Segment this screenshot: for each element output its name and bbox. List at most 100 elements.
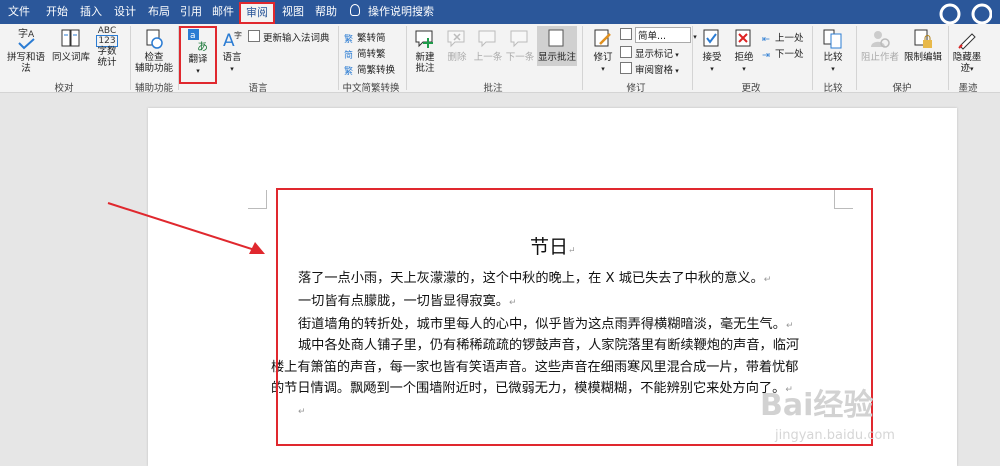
next-icon: ⇥ <box>762 50 770 61</box>
update-ime-dictionary-button[interactable]: 更新输入法词典 <box>248 30 330 44</box>
tab-design[interactable]: 设计 <box>110 0 140 24</box>
tab-review[interactable]: 审阅 <box>239 2 275 24</box>
convert-icon: 繁 <box>344 35 354 45</box>
dropdown-arrow-icon: ▾ <box>831 65 835 73</box>
track-changes-button[interactable]: 修订 ▾ <box>588 28 618 75</box>
label: 阻止作者 <box>860 52 899 63</box>
delete-comment-button[interactable]: 删除 <box>443 28 471 63</box>
lock-icon <box>914 29 932 48</box>
dropdown-arrow-icon: ▾ <box>742 65 746 73</box>
dropdown-arrow-icon: ▾ <box>970 65 974 73</box>
label: 迹 <box>960 63 970 74</box>
dropdown-arrow-icon: ▾ <box>673 51 679 59</box>
label: 上一条 <box>473 52 503 63</box>
track-changes-icon <box>594 29 611 47</box>
divider <box>692 26 693 90</box>
compare-button[interactable]: 比较 ▾ <box>818 28 848 75</box>
group-comments: 批注 <box>483 83 503 94</box>
label: 上一处 <box>775 33 804 44</box>
reviewing-pane-button[interactable]: 审阅窗格 ▾ <box>620 62 679 76</box>
circle-icon <box>968 0 993 25</box>
block-authors-icon <box>871 31 890 48</box>
dropdown-arrow-icon: ▾ <box>710 65 714 73</box>
previous-change-button[interactable]: ⇤ 上一处 <box>762 30 804 45</box>
thesaurus-button[interactable]: 同义词库 <box>50 26 92 63</box>
block-authors-button[interactable]: 阻止作者 <box>860 28 900 63</box>
comment-previous-icon <box>478 30 496 48</box>
book-icon <box>61 29 80 47</box>
comment-next-icon <box>510 30 528 48</box>
label: 删除 <box>447 52 467 63</box>
label: 显示批注 <box>537 52 576 63</box>
chinese-conversion-button[interactable]: 繁简繁转换 <box>344 62 395 77</box>
divider <box>582 26 583 90</box>
group-protect: 保护 <box>892 83 912 94</box>
label: 同义词库 <box>51 52 90 63</box>
baidu-watermark: Bai经验 <box>760 388 874 423</box>
group-chinese-conversion: 中文简繁转换 <box>342 83 400 94</box>
dropdown-value: 简单... <box>635 27 691 43</box>
group-changes: 更改 <box>741 83 761 94</box>
markup-icon <box>620 46 632 58</box>
accept-icon <box>703 29 719 47</box>
label: 检查 <box>144 52 164 63</box>
abc-123-icon: ABC 123 <box>92 26 122 47</box>
show-comments-button[interactable]: 显示批注 <box>537 26 577 66</box>
spellcheck-icon: 字A <box>18 27 35 50</box>
label: 翻译 <box>188 54 208 65</box>
tab-home[interactable]: 开始 <box>42 0 72 24</box>
word-count-button[interactable]: ABC 123 字数 统计 <box>92 26 122 68</box>
language-button[interactable]: A字 语言 ▾ <box>218 28 246 75</box>
tab-references[interactable]: 引用 <box>176 0 206 24</box>
restrict-editing-button[interactable]: 限制编辑 <box>902 28 944 63</box>
label: 更新输入法词典 <box>263 33 330 44</box>
comment-add-icon <box>415 30 433 48</box>
tab-layout[interactable]: 布局 <box>144 0 174 24</box>
tab-file[interactable]: 文件 <box>4 0 34 24</box>
translate-button[interactable]: aあ 翻译 ▾ <box>181 28 215 77</box>
label: 统计 <box>97 57 117 68</box>
tab-mailings[interactable]: 邮件 <box>208 0 238 24</box>
tab-help[interactable]: 帮助 <box>310 0 342 24</box>
markup-icon <box>620 28 632 40</box>
accept-button[interactable]: 接受 ▾ <box>698 28 726 75</box>
circle-icon <box>938 0 962 25</box>
traditional-to-simplified-button[interactable]: 繁繁转简 <box>344 30 386 45</box>
simplified-to-traditional-button[interactable]: 简简转繁 <box>344 46 386 61</box>
watermark-url: jingyan.baidu.com <box>775 428 895 443</box>
next-change-button[interactable]: ⇥ 下一处 <box>762 46 804 61</box>
check-accessibility-button[interactable]: 检查 辅助功能 <box>132 28 176 74</box>
reject-icon <box>735 29 751 47</box>
convert-icon: 简 <box>344 51 354 61</box>
previous-comment-button[interactable]: 上一条 <box>473 28 503 63</box>
convert-icon: 繁 <box>344 67 354 77</box>
pen-icon <box>958 33 976 50</box>
tell-me-label: 操作说明搜索 <box>368 5 434 18</box>
hide-ink-button[interactable]: 隐藏墨 迹▾ <box>950 28 984 75</box>
next-comment-button[interactable]: 下一条 <box>505 28 535 63</box>
label: 下一条 <box>505 52 535 63</box>
tab-view[interactable]: 视图 <box>278 0 308 24</box>
previous-icon: ⇤ <box>762 34 770 45</box>
display-for-review-dropdown[interactable]: 简单... ▾ <box>620 27 697 43</box>
group-language: 语言 <box>248 83 268 94</box>
spelling-grammar-button[interactable]: 字A 拼写和语法 <box>3 26 49 74</box>
dropdown-arrow-icon: ▾ <box>601 65 605 73</box>
label: 隐藏墨 <box>952 52 982 63</box>
reject-button[interactable]: 拒绝 ▾ <box>730 28 758 75</box>
show-markup-button[interactable]: 显示标记 ▾ <box>620 46 679 60</box>
red-arrow-annotation <box>107 202 265 254</box>
compare-icon <box>823 29 842 49</box>
svg-text:字: 字 <box>234 30 242 40</box>
tab-insert[interactable]: 插入 <box>76 0 106 24</box>
label: 修订 <box>593 52 613 63</box>
label: 拒绝 <box>734 52 754 63</box>
tell-me-search[interactable]: 操作说明搜索 <box>350 0 450 24</box>
group-accessibility: 辅助功能 <box>134 83 173 94</box>
label: 批注 <box>415 63 435 74</box>
language-icon: A字 <box>223 30 242 50</box>
group-compare: 比较 <box>823 83 843 94</box>
show-comments-icon <box>548 29 564 47</box>
new-comment-button[interactable]: 新建 批注 <box>410 28 440 74</box>
group-proofing: 校对 <box>54 83 74 94</box>
